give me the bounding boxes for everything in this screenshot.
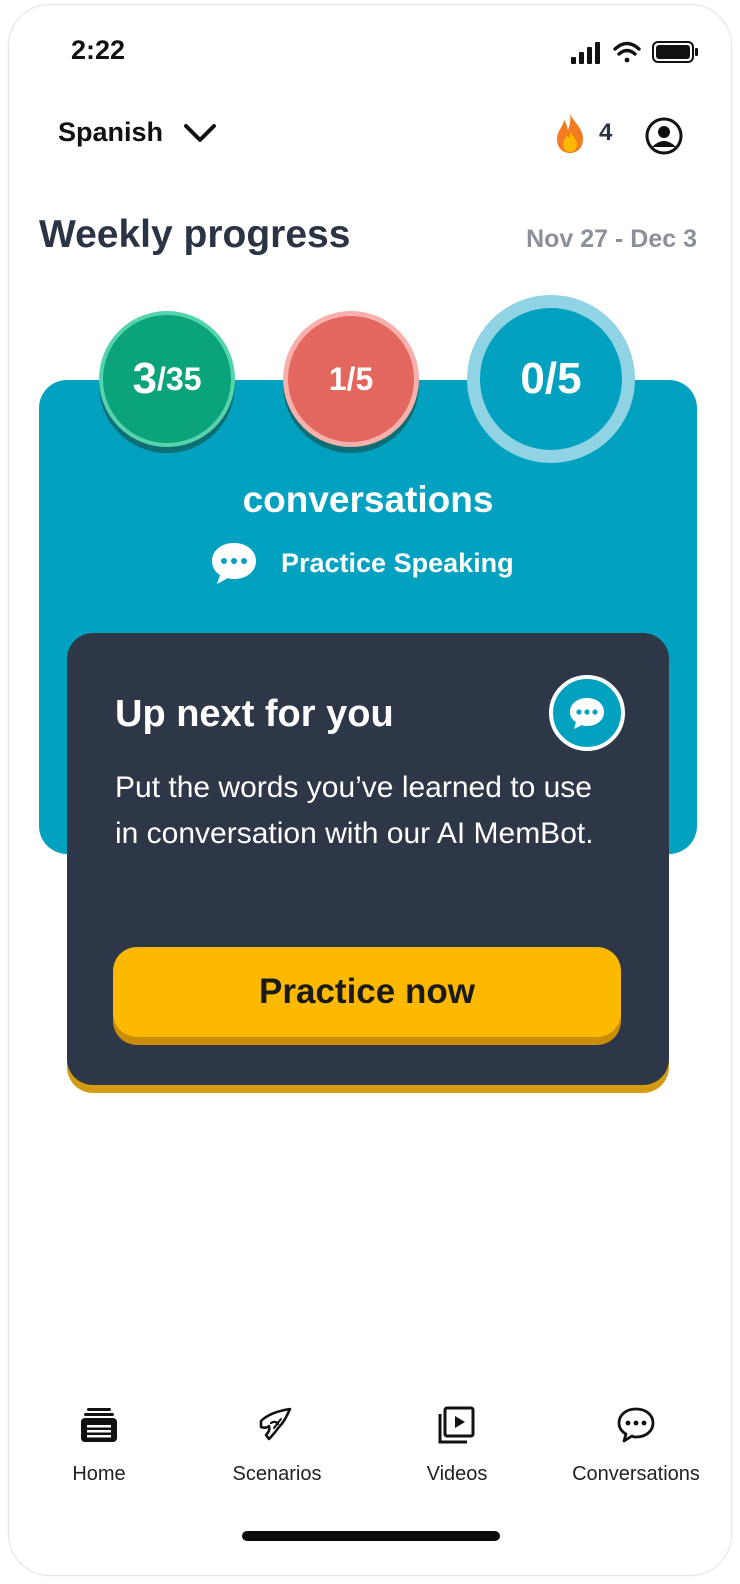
goal-circle-lessons[interactable]: 1/5: [283, 311, 419, 447]
nav-label: Home: [72, 1463, 126, 1485]
wifi-icon: [613, 41, 641, 63]
weekly-progress-title: Weekly progress: [39, 213, 351, 256]
scenario-hand-icon: [259, 1407, 292, 1441]
goal-target: /35: [157, 360, 202, 397]
nav-label: Conversations: [572, 1463, 700, 1485]
chat-bubble-icon: [570, 698, 604, 729]
card-chat-badge: [549, 675, 625, 751]
chat-bubble-icon: [212, 543, 256, 584]
goal-value: 3: [132, 354, 157, 403]
nav-label: Scenarios: [232, 1463, 322, 1485]
nav-item-scenarios[interactable]: Scenarios: [187, 1405, 367, 1486]
nav-item-home[interactable]: Home: [9, 1405, 189, 1486]
status-time: 2:22: [71, 35, 126, 65]
profile-icon[interactable]: [645, 117, 683, 155]
streak-counter[interactable]: 4: [553, 111, 612, 155]
language-selector[interactable]: Spanish: [58, 117, 217, 148]
home-indicator[interactable]: [242, 1531, 500, 1541]
practice-speaking-link[interactable]: Practice Speaking: [209, 540, 514, 586]
nav-label: Videos: [426, 1463, 488, 1485]
goal-value: 0/5: [520, 354, 582, 403]
goal-label: conversations: [242, 479, 494, 520]
bottom-nav: Home Scenarios Videos Conversations: [9, 1405, 731, 1505]
video-play-icon: [438, 1406, 475, 1444]
home-stack-icon: [81, 1408, 117, 1442]
practice-speaking-label: Practice Speaking: [281, 547, 514, 578]
date-range: Nov 27 - Dec 3: [526, 225, 697, 253]
practice-now-button[interactable]: Practice now: [113, 947, 621, 1037]
goal-circle-words[interactable]: 3/35: [99, 311, 235, 447]
chat-icon: [617, 1407, 655, 1443]
streak-count: 4: [599, 119, 613, 146]
goal-value: 1/5: [328, 360, 374, 397]
status-icons: [571, 41, 698, 64]
nav-item-conversations[interactable]: Conversations: [546, 1405, 726, 1486]
goal-circle-conversations[interactable]: 0/5: [467, 295, 635, 463]
signal-icon: [571, 42, 600, 64]
nav-item-videos[interactable]: Videos: [367, 1405, 547, 1486]
card-description: Put the words you’ve learned to use in c…: [115, 771, 594, 850]
language-label: Spanish: [58, 117, 164, 147]
card-title: Up next for you: [115, 693, 394, 735]
battery-icon: [652, 41, 698, 63]
chevron-down-icon: [184, 123, 217, 142]
flame-icon: [557, 113, 583, 153]
phone-screen: 2:22 Spanish 4 Weekly progress Nov 27 - …: [8, 4, 732, 1576]
up-next-card: Up next for you Put the words you’ve lea…: [67, 633, 669, 1085]
